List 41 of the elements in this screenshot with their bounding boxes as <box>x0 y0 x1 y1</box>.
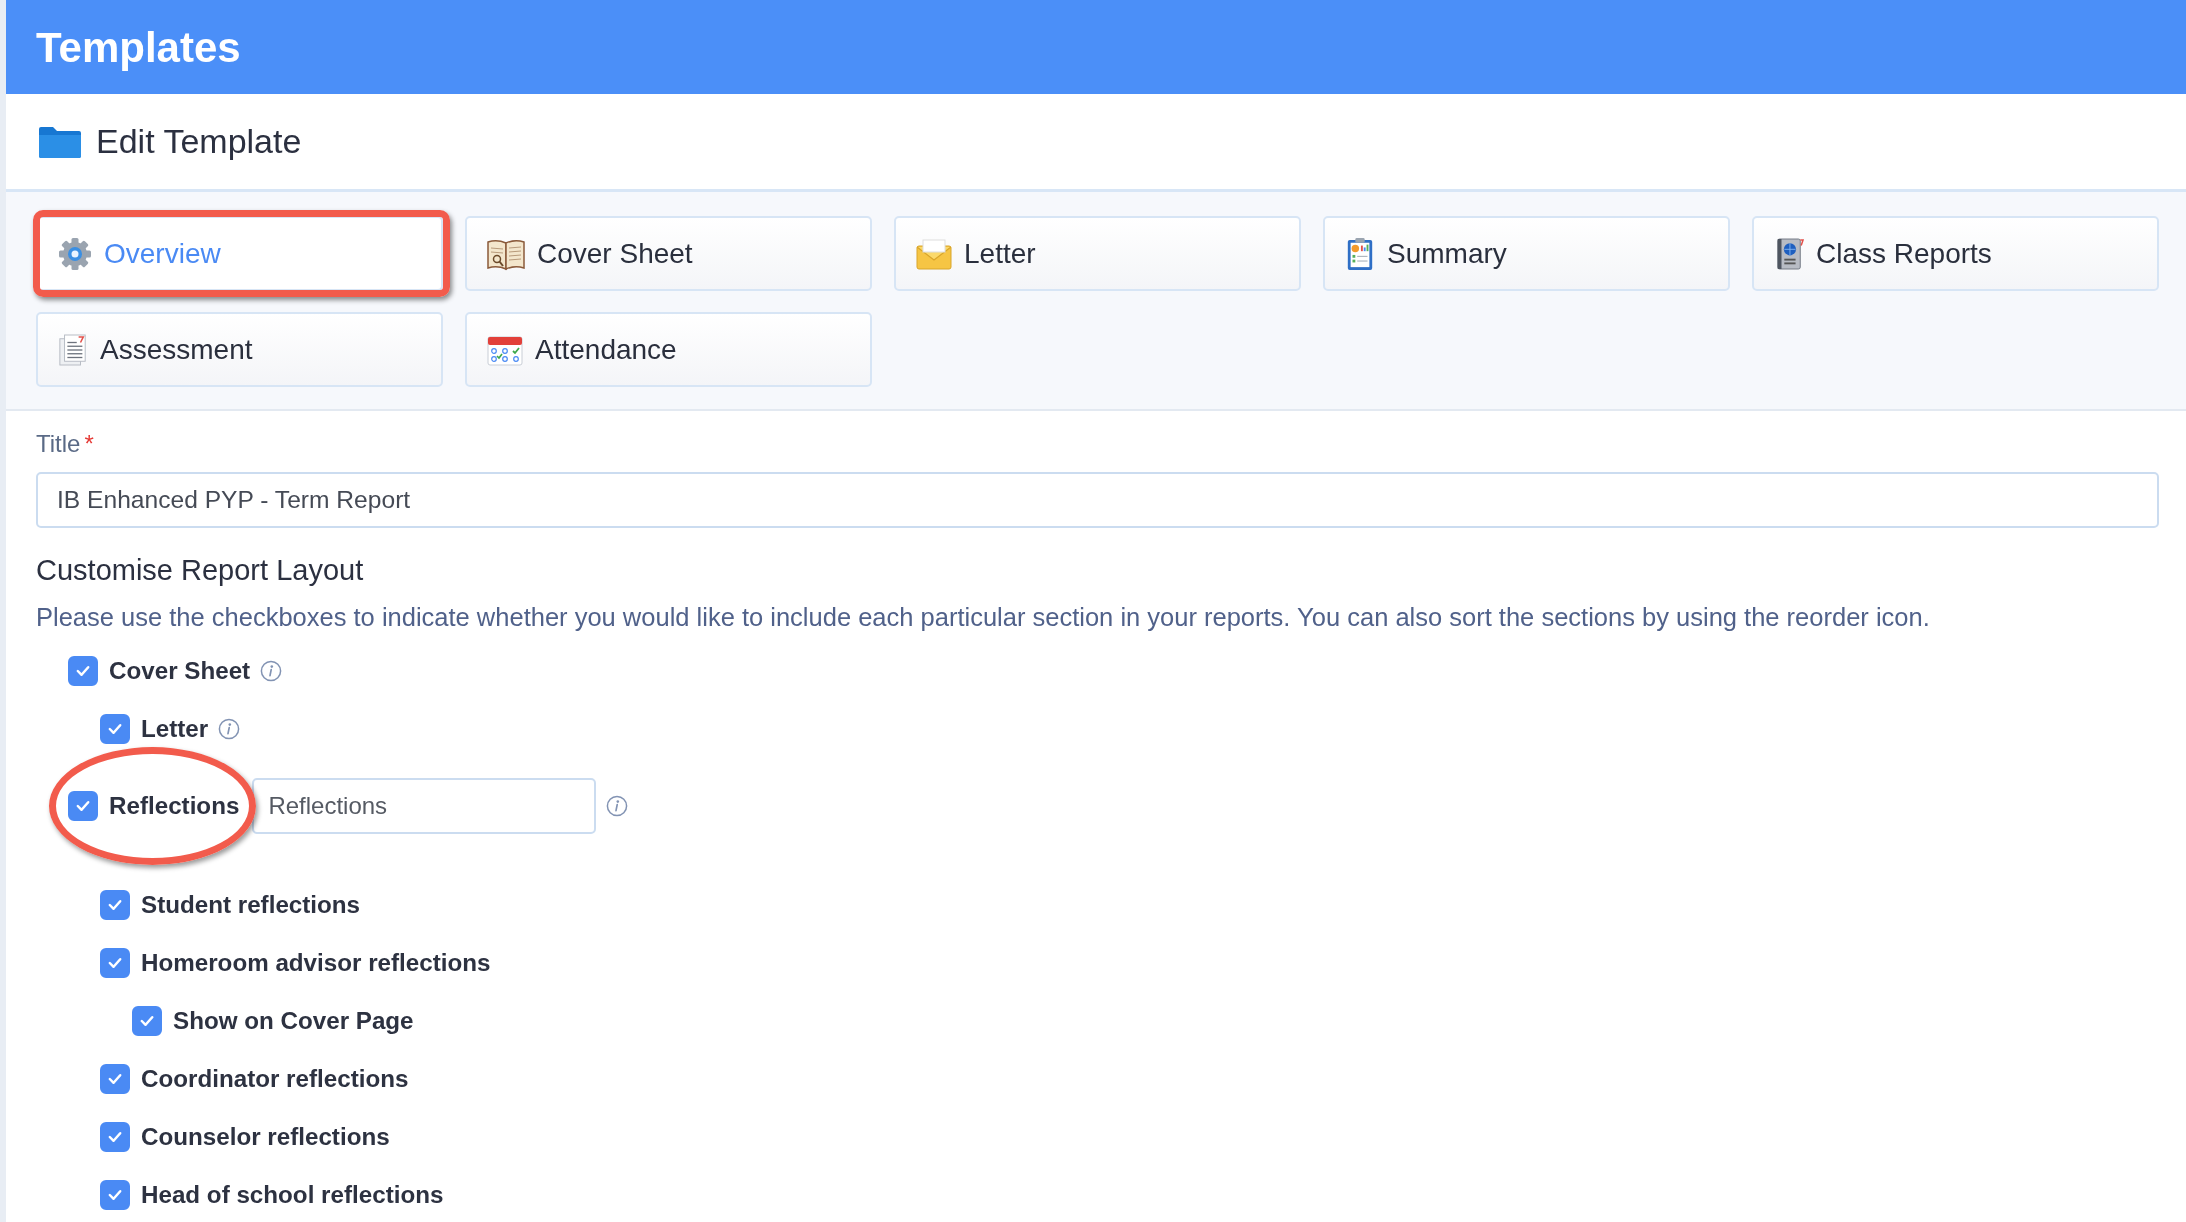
section-label: Show on Cover Page <box>173 1005 414 1036</box>
folder-icon <box>38 124 82 159</box>
title-field[interactable]: IB Enhanced PYP - Term Report <box>36 472 2159 528</box>
section-label: Head of school reflections <box>141 1179 444 1210</box>
info-icon[interactable] <box>218 718 241 740</box>
section-name-field[interactable]: Reflections <box>252 778 597 834</box>
checkbox[interactable] <box>100 1122 130 1152</box>
help-text: Please use the checkboxes to indicate whether you would like to include each particular section in your reports. You can also sort the sections by using the reorder icon. <box>36 602 1931 633</box>
clipboard-icon <box>1345 236 1375 271</box>
checkbox[interactable] <box>68 791 98 821</box>
required-asterisk: * <box>84 430 94 457</box>
info-icon[interactable] <box>606 795 629 817</box>
page-title: Templates <box>36 22 241 73</box>
document-icon <box>58 332 88 367</box>
tab[interactable]: Cover Sheet <box>465 216 872 291</box>
section-label: Coordinator reflections <box>141 1063 409 1094</box>
notebook-icon <box>1774 236 1804 271</box>
tab[interactable]: Letter <box>894 216 1301 291</box>
envelope-icon <box>916 236 952 271</box>
section-label: Letter <box>141 713 209 744</box>
section-label: Cover Sheet <box>109 655 251 686</box>
tab[interactable]: Class Reports <box>1752 216 2159 291</box>
checkbox[interactable] <box>100 1180 130 1210</box>
checkbox[interactable] <box>100 1064 130 1094</box>
checkbox[interactable] <box>100 890 130 920</box>
checkbox[interactable] <box>68 656 98 686</box>
checkbox[interactable] <box>132 1006 162 1036</box>
field-label: Title * <box>36 429 95 459</box>
checkbox[interactable] <box>100 948 130 978</box>
checkbox[interactable] <box>100 714 130 744</box>
section-label: Student reflections <box>141 889 361 920</box>
info-icon[interactable] <box>260 660 283 682</box>
section-title: Edit Template <box>96 121 302 162</box>
section-label: Homeroom advisor reflections <box>141 947 491 978</box>
gear-icon <box>58 236 92 271</box>
section-label: Counselor reflections <box>141 1121 390 1152</box>
tab[interactable]: Summary <box>1323 216 1730 291</box>
section-heading: Customise Report Layout <box>36 553 365 588</box>
section-label: Reflections <box>109 790 240 821</box>
tab[interactable]: Assessment <box>36 312 443 387</box>
tab[interactable]: Attendance <box>465 312 872 387</box>
